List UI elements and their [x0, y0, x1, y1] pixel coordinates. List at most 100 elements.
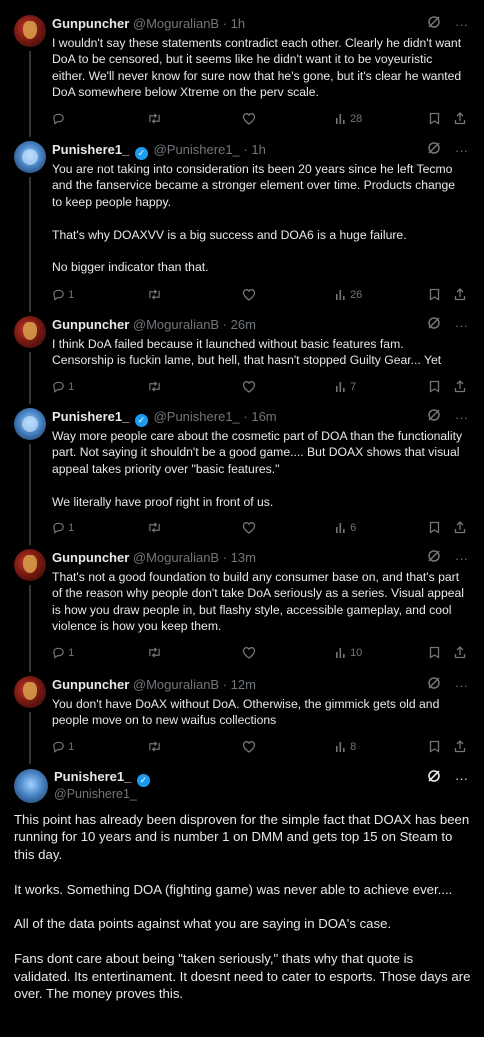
- share-button[interactable]: [454, 645, 466, 661]
- retweet-icon: [147, 522, 162, 534]
- retweet-button[interactable]: [147, 645, 162, 661]
- like-button[interactable]: [242, 379, 256, 395]
- retweet-icon: [147, 381, 162, 393]
- timestamp[interactable]: · 13m: [223, 550, 256, 565]
- retweet-button[interactable]: [147, 739, 162, 755]
- timestamp[interactable]: · 26m: [223, 317, 256, 332]
- views-count: 28: [350, 113, 363, 125]
- retweet-button[interactable]: [147, 379, 162, 395]
- avatar[interactable]: [14, 316, 46, 348]
- share-button[interactable]: [454, 739, 466, 755]
- author-handle[interactable]: @Punishere1_: [154, 409, 240, 424]
- author-name[interactable]: Punishere1_: [52, 142, 129, 157]
- share-button[interactable]: [454, 520, 466, 536]
- retweet-button[interactable]: [147, 111, 162, 127]
- retweet-icon: [147, 113, 162, 125]
- reply-button[interactable]: [52, 111, 65, 127]
- views-icon: [335, 647, 347, 659]
- thread-connector: [29, 177, 31, 312]
- reply-button[interactable]: 1: [52, 520, 74, 536]
- timestamp[interactable]: · 1h: [243, 142, 265, 157]
- more-icon[interactable]: ···: [455, 409, 468, 427]
- thread-connector: [29, 585, 31, 672]
- grok-icon[interactable]: [427, 549, 441, 568]
- avatar[interactable]: [14, 549, 46, 581]
- bookmark-button[interactable]: [429, 379, 440, 395]
- author-handle[interactable]: @Punishere1_: [154, 142, 240, 157]
- reply-count: 1: [68, 741, 75, 753]
- grok-icon[interactable]: [427, 316, 441, 335]
- like-button[interactable]: [242, 520, 256, 536]
- views-button[interactable]: 10: [335, 645, 362, 661]
- author-name[interactable]: Gunpuncher: [52, 16, 129, 31]
- grok-icon[interactable]: [427, 141, 441, 160]
- bookmark-button[interactable]: [429, 287, 440, 303]
- author-name[interactable]: Punishere1_ ✓: [54, 769, 152, 787]
- like-button[interactable]: [242, 645, 256, 661]
- author-handle[interactable]: @MoguralianB: [133, 550, 219, 565]
- like-button[interactable]: [242, 111, 256, 127]
- timestamp[interactable]: · 1h: [223, 16, 245, 31]
- views-icon: [335, 741, 347, 753]
- author-handle[interactable]: @MoguralianB: [133, 317, 219, 332]
- author-name[interactable]: Gunpuncher: [52, 677, 129, 692]
- views-button[interactable]: 26: [335, 287, 362, 303]
- author-name[interactable]: Gunpuncher: [52, 550, 129, 565]
- share-button[interactable]: [454, 379, 466, 395]
- views-button[interactable]: 6: [335, 520, 356, 536]
- avatar[interactable]: [14, 769, 48, 803]
- action-bar: 1 26: [52, 287, 472, 303]
- bookmark-button[interactable]: [429, 520, 440, 536]
- reply-button[interactable]: 1: [52, 287, 74, 303]
- action-bar: 1 8: [52, 739, 472, 755]
- avatar[interactable]: [14, 15, 46, 47]
- more-icon[interactable]: ···: [455, 317, 468, 335]
- share-icon: [454, 112, 466, 125]
- bookmark-icon: [429, 740, 440, 753]
- reply-button[interactable]: 1: [52, 739, 74, 755]
- retweet-button[interactable]: [147, 287, 162, 303]
- more-icon[interactable]: ···: [455, 677, 468, 695]
- grok-icon[interactable]: [427, 408, 441, 427]
- author-handle[interactable]: @MoguralianB: [133, 677, 219, 692]
- share-icon: [454, 521, 466, 534]
- grok-icon[interactable]: [427, 769, 441, 788]
- retweet-button[interactable]: [147, 520, 162, 536]
- more-icon[interactable]: ···: [455, 550, 468, 568]
- action-bar: 1 6: [52, 520, 472, 536]
- like-button[interactable]: [242, 287, 256, 303]
- more-icon[interactable]: ···: [455, 770, 468, 788]
- share-icon: [454, 740, 466, 753]
- avatar[interactable]: [14, 408, 46, 440]
- author-name[interactable]: Punishere1_: [52, 409, 129, 424]
- views-button[interactable]: 7: [335, 379, 356, 395]
- views-button[interactable]: 28: [335, 111, 362, 127]
- author-name[interactable]: Gunpuncher: [52, 317, 129, 332]
- grok-icon[interactable]: [427, 676, 441, 695]
- timestamp[interactable]: · 16m: [243, 409, 276, 424]
- author-handle[interactable]: @Punishere1_: [54, 786, 137, 802]
- views-button[interactable]: 8: [335, 739, 356, 755]
- avatar[interactable]: [14, 676, 46, 708]
- author-name-text[interactable]: Punishere1_: [54, 769, 131, 784]
- bookmark-button[interactable]: [429, 645, 440, 661]
- reply-controls: ···: [417, 141, 468, 159]
- share-button[interactable]: [454, 287, 466, 303]
- grok-icon[interactable]: [427, 15, 441, 34]
- share-button[interactable]: [454, 111, 466, 127]
- reply-button[interactable]: 1: [52, 645, 74, 661]
- reply-button[interactable]: 1: [52, 379, 74, 395]
- avatar[interactable]: [14, 141, 46, 173]
- bookmark-button[interactable]: [429, 739, 440, 755]
- heart-icon: [242, 381, 256, 393]
- more-icon[interactable]: ···: [455, 142, 468, 160]
- like-button[interactable]: [242, 739, 256, 755]
- timestamp[interactable]: · 12m: [223, 677, 256, 692]
- author-handle[interactable]: @MoguralianB: [133, 16, 219, 31]
- heart-icon: [242, 289, 256, 301]
- reply-text: I think DoA failed because it launched w…: [52, 337, 442, 368]
- more-icon[interactable]: ···: [455, 16, 468, 34]
- bookmark-button[interactable]: [429, 111, 440, 127]
- reply-controls: ···: [417, 676, 468, 694]
- verified-badge-icon: ✓: [134, 414, 148, 427]
